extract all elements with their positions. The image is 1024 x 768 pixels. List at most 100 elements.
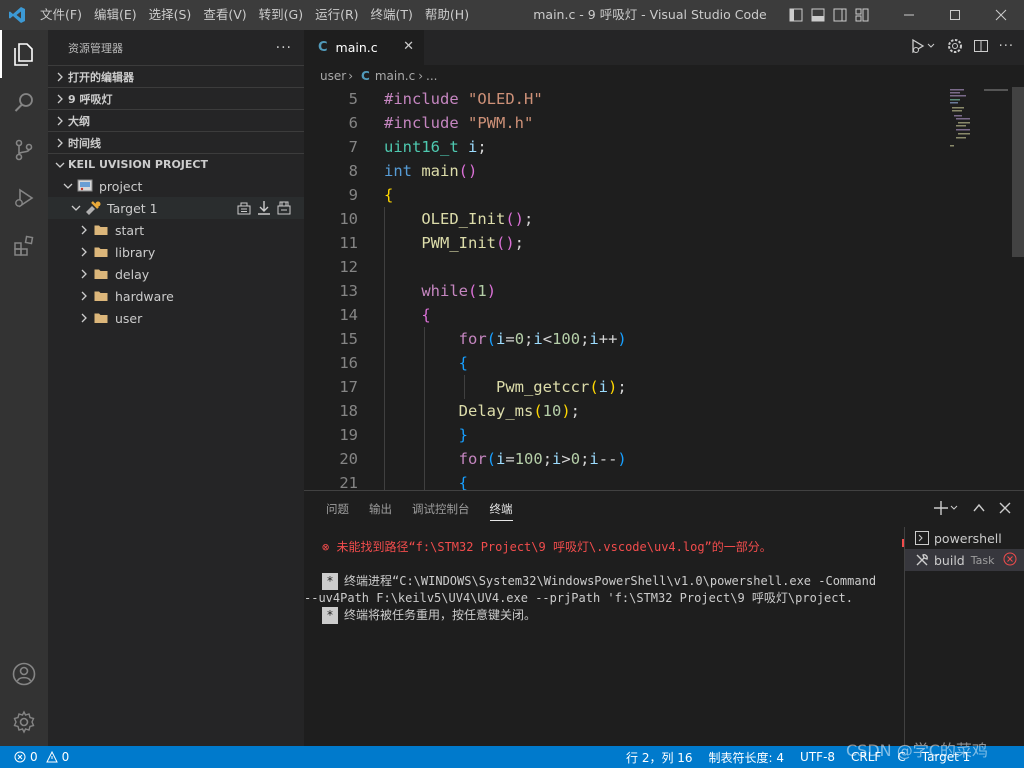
tab-terminal[interactable]: 终端: [480, 491, 523, 527]
target-actions: [236, 200, 292, 216]
editor-settings-icon[interactable]: [947, 38, 963, 54]
menu-bar: 文件(F) 编辑(E) 选择(S) 查看(V) 转到(G) 运行(R) 终端(T…: [34, 0, 475, 30]
section-keil-project[interactable]: KEIL UVISION PROJECT: [48, 153, 304, 175]
terminal-marker: *: [322, 607, 338, 624]
download-icon[interactable]: [256, 200, 272, 216]
more-actions-icon[interactable]: ···: [276, 40, 292, 56]
problems-indicator[interactable]: 0 0: [0, 750, 69, 764]
code-line: 8 int main(): [348, 162, 478, 180]
tree-item-project[interactable]: project: [48, 175, 304, 197]
terminal-line: * 终端进程“C:\WINDOWS\System32\WindowsPowerSh…: [322, 573, 902, 590]
project-icon: [76, 179, 94, 193]
tree-label: user: [115, 310, 143, 326]
panel-actions: [934, 500, 1012, 516]
tab-main-c[interactable]: C main.c ✕: [304, 30, 424, 65]
code-editor[interactable]: 5 #include "OLED.H" 6 #include "PWM.h" 7 ui…: [304, 87, 944, 490]
folder-icon: [92, 268, 110, 280]
tree-item-folder-start[interactable]: start: [48, 219, 304, 241]
explorer-sidebar: 资源管理器 ··· 打开的编辑器 9 呼吸灯 大纲 时间线 KEIL UVISI…: [48, 30, 304, 746]
activity-bar: [0, 30, 48, 746]
tree-label: hardware: [115, 288, 174, 304]
code-line: 7 uint16_t i;: [348, 138, 487, 156]
kill-terminal-icon[interactable]: [1003, 552, 1017, 569]
search-icon[interactable]: [0, 78, 48, 126]
chevron-right-icon: [76, 291, 92, 301]
editor-more-icon[interactable]: ···: [999, 39, 1014, 54]
tree-item-folder-library[interactable]: library: [48, 241, 304, 263]
menu-view[interactable]: 查看(V): [197, 0, 252, 30]
code-line: 21 {: [339, 474, 468, 490]
terminal-marker: *: [322, 573, 338, 590]
error-count: 0: [30, 750, 38, 764]
menu-terminal[interactable]: 终端(T): [365, 0, 419, 30]
layout-controls: [788, 7, 870, 23]
breadcrumb-item-file[interactable]: main.c: [375, 69, 415, 83]
source-control-icon[interactable]: [0, 126, 48, 174]
terminal-item-build[interactable]: build Task: [905, 549, 1024, 571]
close-panel-icon[interactable]: [998, 501, 1012, 515]
scrollbar-thumb[interactable]: [1012, 87, 1024, 257]
customize-layout-icon[interactable]: [854, 7, 870, 23]
account-icon[interactable]: [0, 650, 48, 698]
terminal-output[interactable]: ⊗ 未能找到路径“f:\STM32 Project\9 呼吸灯\.vscode\…: [304, 539, 902, 624]
cursor-position[interactable]: 行 2，列 16: [626, 749, 693, 766]
c-file-icon: C: [361, 69, 370, 83]
section-outline[interactable]: 大纲: [48, 109, 304, 131]
tab-size[interactable]: 制表符长度: 4: [709, 749, 785, 766]
chevron-right-icon: ›: [418, 69, 424, 83]
breadcrumb: user › C main.c › ...: [304, 65, 944, 87]
encoding[interactable]: UTF-8: [800, 750, 835, 764]
window-controls: [886, 0, 1024, 30]
section-folder[interactable]: 9 呼吸灯: [48, 87, 304, 109]
menu-edit[interactable]: 编辑(E): [88, 0, 143, 30]
tab-output[interactable]: 输出: [359, 491, 402, 527]
menu-go[interactable]: 转到(G): [253, 0, 309, 30]
tree-item-folder-user[interactable]: user: [48, 307, 304, 329]
split-editor-icon[interactable]: [973, 38, 989, 54]
tree-label: Target 1: [107, 200, 158, 216]
maximize-icon[interactable]: [932, 0, 978, 30]
breadcrumb-item-symbol[interactable]: ...: [426, 69, 437, 83]
maximize-panel-icon[interactable]: [972, 501, 986, 515]
tree-label: start: [115, 222, 145, 238]
toggle-primary-sidebar-icon[interactable]: [788, 7, 804, 23]
close-tab-icon[interactable]: ✕: [403, 39, 414, 54]
terminal-error-line: ⊗ 未能找到路径“f:\STM32 Project\9 呼吸灯\.vscode\…: [322, 540, 772, 554]
explorer-icon[interactable]: [0, 30, 48, 78]
menu-selection[interactable]: 选择(S): [143, 0, 198, 30]
tree-item-folder-delay[interactable]: delay: [48, 263, 304, 285]
tree-item-folder-hardware[interactable]: hardware: [48, 285, 304, 307]
minimap[interactable]: [944, 87, 1012, 490]
watermark: CSDN @学C的菜鸡: [846, 741, 988, 760]
run-debug-icon[interactable]: [0, 174, 48, 222]
chevron-right-icon: ›: [348, 69, 353, 83]
section-timeline[interactable]: 时间线: [48, 131, 304, 153]
build-icon[interactable]: [236, 200, 252, 216]
menu-help[interactable]: 帮助(H): [419, 0, 475, 30]
tree-item-target[interactable]: Target 1: [48, 197, 304, 219]
code-line: 15 for(i=0;i<100;i++): [339, 330, 627, 348]
toggle-secondary-sidebar-icon[interactable]: [832, 7, 848, 23]
tab-problems[interactable]: 问题: [316, 491, 359, 527]
code-line: 13 while(1): [339, 282, 497, 300]
minimize-icon[interactable]: [886, 0, 932, 30]
new-terminal-icon[interactable]: [934, 500, 960, 516]
terminal-item-powershell[interactable]: powershell: [905, 527, 1024, 549]
editor-scrollbar[interactable]: [1012, 87, 1024, 490]
code-line: 11 PWM_Init();: [339, 234, 524, 252]
task-tag: Task: [970, 553, 995, 567]
toggle-panel-icon[interactable]: [810, 7, 826, 23]
run-code-icon[interactable]: [911, 38, 937, 54]
menu-file[interactable]: 文件(F): [34, 0, 88, 30]
close-window-icon[interactable]: [978, 0, 1024, 30]
breadcrumb-item-folder[interactable]: user: [320, 69, 346, 83]
settings-gear-icon[interactable]: [0, 698, 48, 746]
rebuild-icon[interactable]: [276, 200, 292, 216]
section-open-editors[interactable]: 打开的编辑器: [48, 65, 304, 87]
extensions-icon[interactable]: [0, 222, 48, 270]
sidebar-header: 资源管理器 ···: [48, 30, 304, 65]
tab-debug-console[interactable]: 调试控制台: [402, 491, 480, 527]
menu-run[interactable]: 运行(R): [309, 0, 364, 30]
code-line: 10 OLED_Init();: [339, 210, 534, 228]
terminal-list: powershell build Task: [904, 527, 1024, 747]
